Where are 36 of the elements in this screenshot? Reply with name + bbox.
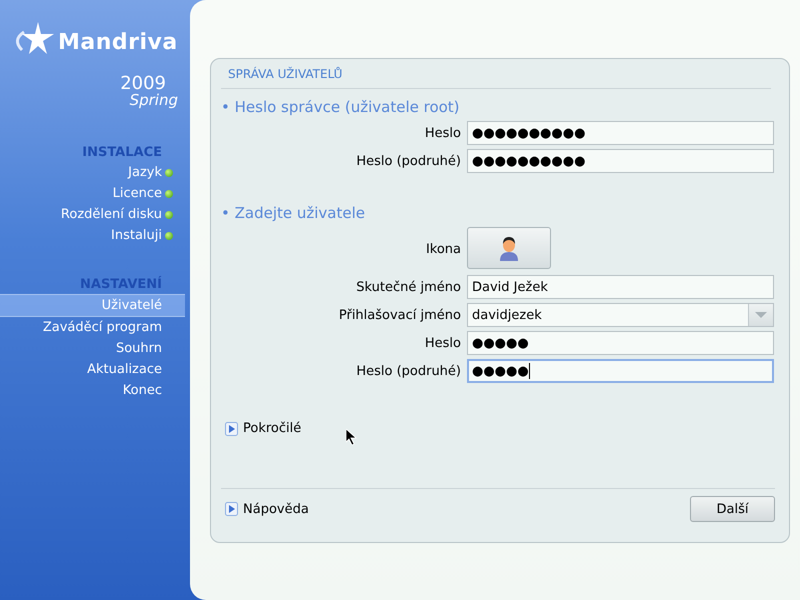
sidebar-item[interactable]: Konec [0, 380, 190, 401]
field-label: Skutečné jméno [355, 280, 462, 294]
help-expander[interactable]: Nápověda [225, 502, 309, 516]
input-field[interactable]: ●●●●●●●●●● [467, 121, 774, 145]
sidebar-item[interactable]: Jazyk [0, 162, 190, 183]
mouse-pointer-icon [346, 429, 357, 445]
field-label: Heslo [424, 336, 462, 350]
field-label: Ikona [424, 242, 462, 256]
dropdown-button[interactable] [748, 304, 773, 326]
version-year: 2009 [120, 73, 166, 94]
combo-field[interactable]: davidjezek [467, 303, 774, 327]
input-field[interactable]: ●●●●● [467, 359, 774, 383]
avatar-button[interactable] [467, 227, 551, 269]
panel-title: SPRÁVA UŽIVATELŮ [221, 67, 771, 89]
sidebar-item[interactable]: Rozdělení disku [0, 204, 190, 225]
field-label: Heslo (podruhé) [355, 364, 462, 378]
advanced-expander[interactable]: Pokročilé [225, 421, 302, 436]
user-avatar-icon [499, 235, 519, 261]
input-field[interactable]: ●●●●● [467, 331, 774, 355]
section-heading: INSTALACE [81, 144, 163, 162]
next-button[interactable]: Další [690, 496, 775, 522]
field-label: Heslo [424, 126, 462, 140]
field-label: Heslo (podruhé) [355, 154, 462, 168]
sidebar-item[interactable]: Instaluji [0, 225, 190, 246]
sidebar-item[interactable]: Aktualizace [0, 359, 190, 380]
brand-logo: Mandriva [58, 30, 178, 55]
section-title: • Zadejte uživatele [221, 203, 366, 223]
sidebar-item[interactable]: Licence [0, 183, 190, 204]
caret-icon [755, 312, 767, 318]
field-label: Přihlašovací jméno [338, 308, 462, 322]
sidebar-item[interactable]: Zaváděcí program [0, 317, 190, 338]
edition-name: Spring [130, 91, 178, 109]
input-field[interactable]: ●●●●●●●●●● [467, 149, 774, 173]
section-title: • Heslo správce (uživatele root) [221, 97, 461, 117]
input-field[interactable]: David Ježek [467, 275, 774, 299]
sidebar-item[interactable]: Souhrn [0, 338, 190, 359]
